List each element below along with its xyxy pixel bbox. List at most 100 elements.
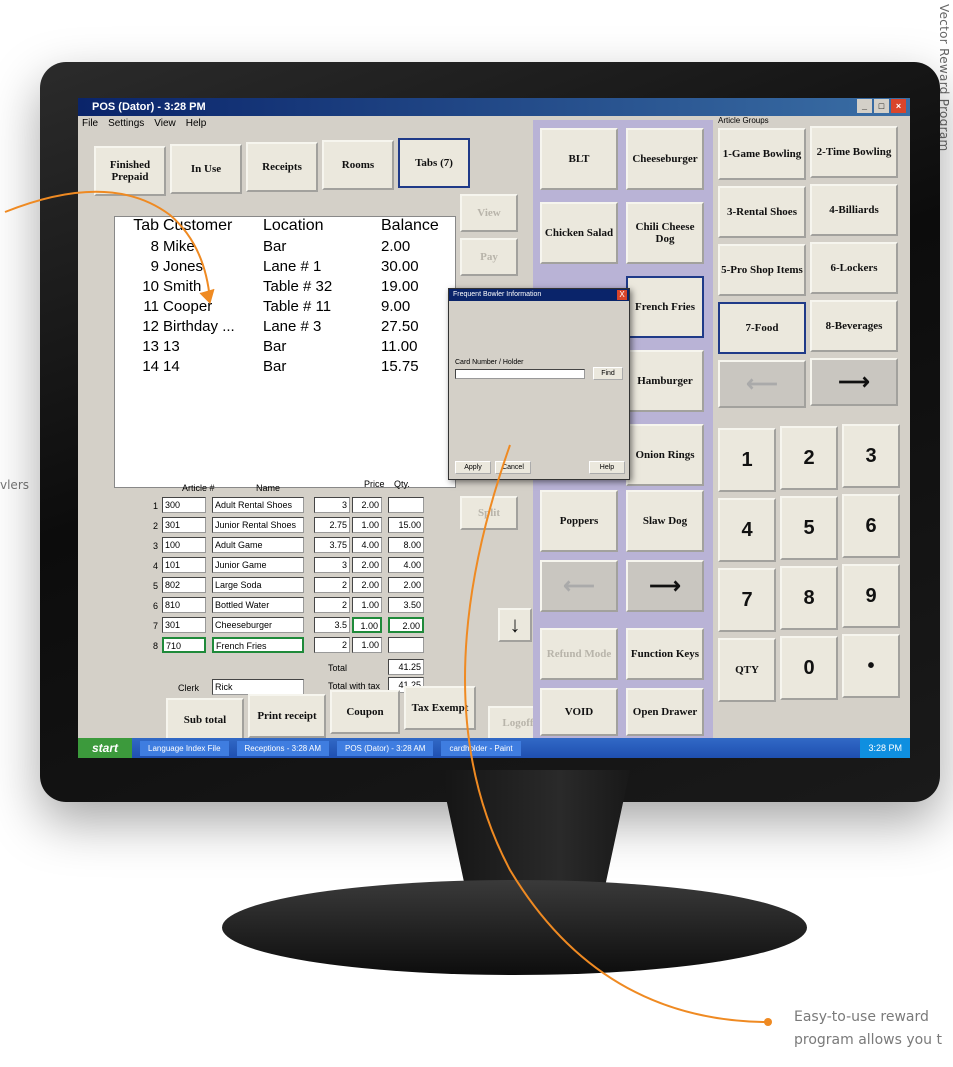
view-button[interactable]: View bbox=[460, 194, 518, 232]
name-dropdown[interactable]: Junior Rental Shoes bbox=[212, 517, 304, 533]
menu-view[interactable]: View bbox=[154, 116, 176, 132]
tab-row[interactable]: 11 Cooper Table # 11 9.00 bbox=[115, 297, 455, 317]
open-drawer-button[interactable]: Open Drawer bbox=[626, 688, 704, 736]
price-field[interactable]: 3.75 bbox=[314, 537, 350, 553]
minimize-icon[interactable]: _ bbox=[857, 99, 872, 113]
price-field[interactable]: 2 bbox=[314, 597, 350, 613]
group-food[interactable]: 7-Food bbox=[718, 302, 806, 354]
tab-row[interactable]: 8 Mike Bar 2.00 bbox=[115, 237, 455, 257]
menu-item-blt[interactable]: BLT bbox=[540, 128, 618, 190]
group-lockers[interactable]: 6-Lockers bbox=[810, 242, 898, 294]
tabs-button[interactable]: Tabs (7) bbox=[398, 138, 470, 188]
menu-help[interactable]: Help bbox=[186, 116, 207, 132]
keypad-0[interactable]: 0 bbox=[780, 636, 838, 700]
tabs-list[interactable]: Tab Customer Location Balance 8 Mike Bar 2.… bbox=[114, 216, 456, 488]
group-billiards[interactable]: 4-Billiards bbox=[810, 184, 898, 236]
name-dropdown[interactable]: Junior Game bbox=[212, 557, 304, 573]
tab-row[interactable]: 9 Jones Lane # 1 30.00 bbox=[115, 257, 455, 277]
refund-mode-button[interactable]: Refund Mode bbox=[540, 628, 618, 680]
article-field[interactable]: 301 bbox=[162, 517, 206, 533]
keypad-1[interactable]: 1 bbox=[718, 428, 776, 492]
keypad-7[interactable]: 7 bbox=[718, 568, 776, 632]
tab-row[interactable]: 10 Smith Table # 32 19.00 bbox=[115, 277, 455, 297]
keypad-9[interactable]: 9 bbox=[842, 564, 900, 628]
price-field[interactable]: 2 bbox=[314, 637, 350, 653]
group-time-bowling[interactable]: 2-Time Bowling bbox=[810, 126, 898, 178]
qty-field[interactable]: 1.00 bbox=[352, 617, 382, 633]
menu-item-french-fries[interactable]: French Fries bbox=[626, 276, 704, 338]
group-pro-shop-items[interactable]: 5-Pro Shop Items bbox=[718, 244, 806, 296]
price-field[interactable]: 2.75 bbox=[314, 517, 350, 533]
group-rental-shoes[interactable]: 3-Rental Shoes bbox=[718, 186, 806, 238]
menu-item-chicken-salad[interactable]: Chicken Salad bbox=[540, 202, 618, 264]
sub-total-button[interactable]: Sub total bbox=[166, 698, 244, 742]
rooms-button[interactable]: Rooms bbox=[322, 140, 394, 190]
maximize-icon[interactable]: □ bbox=[874, 99, 889, 113]
help-button[interactable]: Help bbox=[589, 461, 625, 474]
function-keys-button[interactable]: Function Keys bbox=[626, 628, 704, 680]
print-receipt-button[interactable]: Print receipt bbox=[248, 694, 326, 738]
qty-field[interactable]: 4.00 bbox=[352, 537, 382, 553]
taskbar-item[interactable]: POS (Dator) - 3:28 AM bbox=[337, 740, 434, 756]
dialog-close-icon[interactable]: X bbox=[617, 290, 627, 300]
price-field[interactable]: 2 bbox=[314, 577, 350, 593]
article-field[interactable]: 710 bbox=[162, 637, 206, 653]
menu-item-poppers[interactable]: Poppers bbox=[540, 490, 618, 552]
article-field[interactable]: 300 bbox=[162, 497, 206, 513]
article-row[interactable]: 8 710 French Fries 2 1.00 bbox=[138, 637, 508, 657]
taskbar-item[interactable]: Language Index File bbox=[140, 740, 229, 756]
article-field[interactable]: 802 bbox=[162, 577, 206, 593]
menu-next-arrow[interactable]: ⟶ bbox=[626, 560, 704, 612]
start-button[interactable]: start bbox=[78, 738, 133, 758]
article-field[interactable]: 810 bbox=[162, 597, 206, 613]
article-row[interactable]: 6 810 Bottled Water 2 1.00 3.50 bbox=[138, 597, 508, 617]
apply-button[interactable]: Apply bbox=[455, 461, 491, 474]
tab-row[interactable]: 12 Birthday ... Lane # 3 27.50 bbox=[115, 317, 455, 337]
receipts-button[interactable]: Receipts bbox=[246, 142, 318, 192]
tab-row[interactable]: 13 13 Bar 11.00 bbox=[115, 337, 455, 357]
group-game-bowling[interactable]: 1-Game Bowling bbox=[718, 128, 806, 180]
menu-item-cheeseburger[interactable]: Cheeseburger bbox=[626, 128, 704, 190]
name-dropdown[interactable]: Bottled Water bbox=[212, 597, 304, 613]
taskbar-item[interactable]: Receptions - 3:28 AM bbox=[236, 740, 329, 756]
name-dropdown[interactable]: Cheeseburger bbox=[212, 617, 304, 633]
qty-field[interactable]: 1.00 bbox=[352, 637, 382, 653]
keypad-decimal[interactable]: • bbox=[842, 634, 900, 698]
qty-field[interactable]: 2.00 bbox=[352, 577, 382, 593]
price-field[interactable]: 3 bbox=[314, 497, 350, 513]
menu-item-chili-cheese-dog[interactable]: Chili Cheese Dog bbox=[626, 202, 704, 264]
keypad-8[interactable]: 8 bbox=[780, 566, 838, 630]
name-dropdown[interactable]: Large Soda bbox=[212, 577, 304, 593]
menu-item-hamburger[interactable]: Hamburger bbox=[626, 350, 704, 412]
article-row[interactable]: 4 101 Junior Game 3 2.00 4.00 bbox=[138, 557, 508, 577]
menu-item-slaw-dog[interactable]: Slaw Dog bbox=[626, 490, 704, 552]
group-next-arrow[interactable]: ⟶ bbox=[810, 358, 898, 406]
close-icon[interactable]: × bbox=[891, 99, 906, 113]
qty-field[interactable]: 1.00 bbox=[352, 517, 382, 533]
taskbar-item[interactable]: cardholder - Paint bbox=[441, 740, 521, 756]
in-use-button[interactable]: In Use bbox=[170, 144, 242, 194]
card-number-field[interactable] bbox=[455, 369, 585, 379]
keypad-2[interactable]: 2 bbox=[780, 426, 838, 490]
void-button[interactable]: VOID bbox=[540, 688, 618, 736]
qty-field[interactable]: 1.00 bbox=[352, 597, 382, 613]
article-field[interactable]: 100 bbox=[162, 537, 206, 553]
pay-button[interactable]: Pay bbox=[460, 238, 518, 276]
keypad-5[interactable]: 5 bbox=[780, 496, 838, 560]
price-field[interactable]: 3.5 bbox=[314, 617, 350, 633]
tax-exempt-button[interactable]: Tax Exempt bbox=[404, 686, 476, 730]
name-dropdown[interactable]: French Fries bbox=[212, 637, 304, 653]
price-field[interactable]: 3 bbox=[314, 557, 350, 573]
cancel-button[interactable]: Cancel bbox=[495, 461, 531, 474]
coupon-button[interactable]: Coupon bbox=[330, 690, 400, 734]
group-beverages[interactable]: 8-Beverages bbox=[810, 300, 898, 352]
menu-prev-arrow[interactable]: ⟵ bbox=[540, 560, 618, 612]
menu-item-onion-rings[interactable]: Onion Rings bbox=[626, 424, 704, 486]
keypad-6[interactable]: 6 bbox=[842, 494, 900, 558]
article-field[interactable]: 301 bbox=[162, 617, 206, 633]
article-row[interactable]: 7 301 Cheeseburger 3.5 1.00 2.00 bbox=[138, 617, 508, 637]
article-row[interactable]: 1 300 Adult Rental Shoes 3 2.00 bbox=[138, 497, 508, 517]
article-field[interactable]: 101 bbox=[162, 557, 206, 573]
name-dropdown[interactable]: Adult Game bbox=[212, 537, 304, 553]
name-dropdown[interactable]: Adult Rental Shoes bbox=[212, 497, 304, 513]
